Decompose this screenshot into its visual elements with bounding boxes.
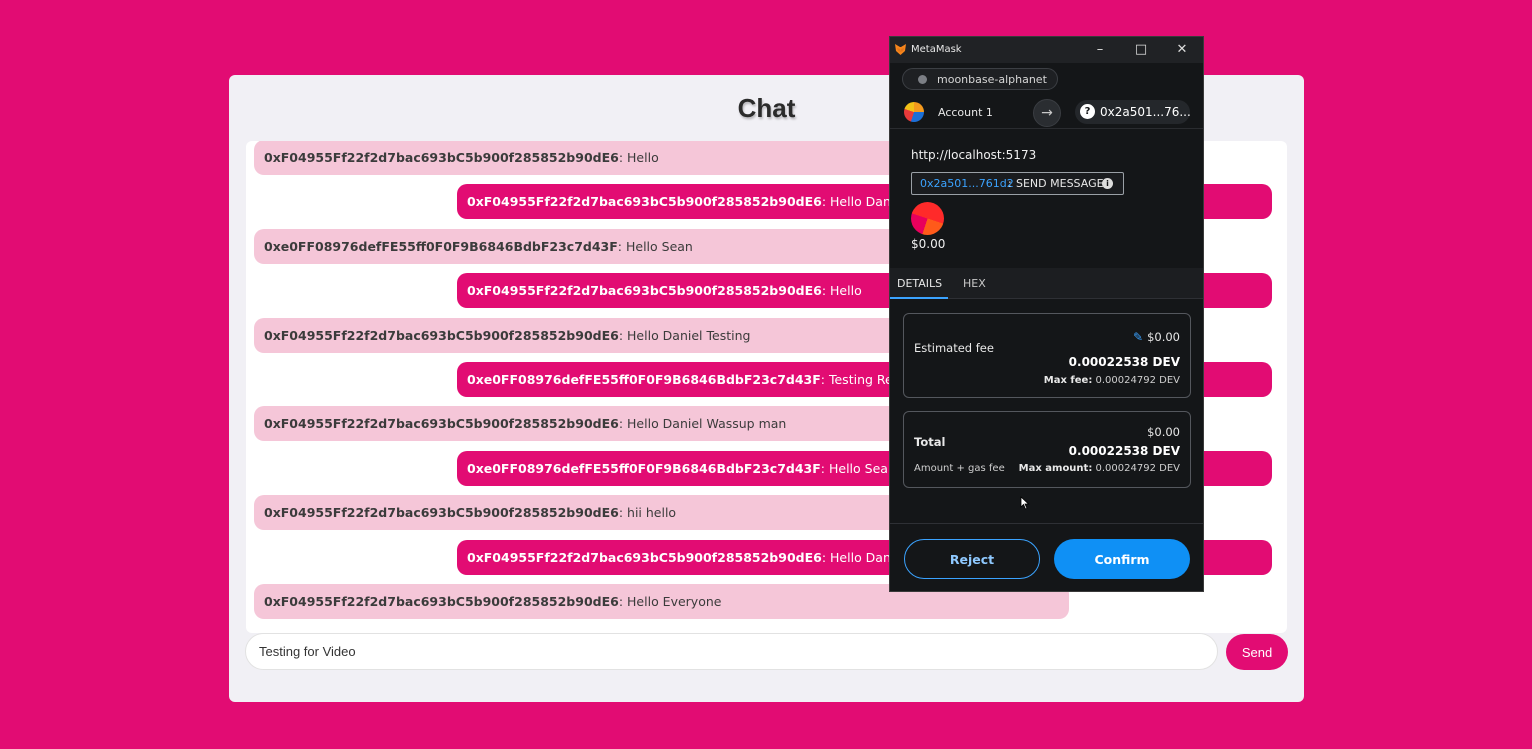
account-avatar (904, 102, 924, 122)
total-label: Total (914, 435, 946, 449)
tab-details[interactable]: DETAILS (897, 277, 942, 290)
estimated-fee-label: Estimated fee (914, 341, 994, 355)
question-icon: ? (1080, 104, 1095, 119)
tab-hex[interactable]: HEX (963, 277, 986, 290)
metamask-footer: Reject Confirm (890, 523, 1203, 591)
message-sender-address: 0xe0FF08976defFE55ff0F0F9B6846BdbF23c7d4… (264, 239, 618, 254)
confirm-button[interactable]: Confirm (1054, 539, 1190, 579)
reject-button[interactable]: Reject (904, 539, 1040, 579)
message-text: : Hello Sean (617, 239, 693, 254)
account-name: Account 1 (938, 106, 993, 119)
metamask-window-title: MetaMask (911, 44, 962, 55)
estimated-fee-usd-value: $0.00 (1147, 330, 1180, 344)
method-separator: : (1008, 177, 1012, 190)
message-sender-address: 0xF04955Ff22f2d7bac693bC5b900f285852b90d… (467, 283, 822, 298)
total-usd: $0.00 (1147, 425, 1180, 439)
message-sender-address: 0xF04955Ff22f2d7bac693bC5b900f285852b90d… (264, 594, 619, 609)
message-sender-address: 0xF04955Ff22f2d7bac693bC5b900f285852b90d… (264, 416, 619, 431)
recipient-address-text: 0x2a501...76... (1100, 105, 1191, 119)
message-sender-address: 0xe0FF08976defFE55ff0F0F9B6846BdbF23c7d4… (467, 461, 821, 476)
message-text: : Hello Everyone (618, 594, 722, 609)
metamask-titlebar: MetaMask – □ ✕ (890, 37, 1203, 63)
max-amount-value: 0.00024792 DEV (1095, 463, 1180, 474)
total-dev: 0.00022538 DEV (1068, 444, 1180, 458)
network-icon (918, 75, 927, 84)
method-box: 0x2a501...761d2 : SEND MESSAGE i (911, 172, 1124, 195)
message-text: : Hello Sean (820, 461, 896, 476)
metamask-fox-icon (895, 44, 906, 55)
estimated-fee-usd: ✎ $0.00 (1133, 330, 1180, 344)
estimated-fee-box: Estimated fee ✎ $0.00 0.00022538 DEV Max … (903, 313, 1191, 398)
close-icon[interactable]: ✕ (1172, 40, 1192, 60)
method-name: SEND MESSAGE (1016, 177, 1104, 190)
estimated-fee-dev: 0.00022538 DEV (1068, 355, 1180, 369)
max-amount-label: Max amount: (1018, 463, 1093, 474)
message-sender-address: 0xF04955Ff22f2d7bac693bC5b900f285852b90d… (264, 328, 619, 343)
contract-address-link[interactable]: 0x2a501...761d2 (920, 177, 1014, 190)
arrow-right-icon: → (1033, 99, 1061, 127)
minimize-icon[interactable]: – (1090, 40, 1110, 60)
message-text: : Hello (821, 283, 862, 298)
metamask-popup: MetaMask – □ ✕ moonbase-alphanet Account… (889, 36, 1204, 592)
max-amount: Max amount: 0.00024792 DEV (1019, 463, 1180, 474)
token-icon (911, 202, 944, 235)
max-fee-value: 0.00024792 DEV (1095, 375, 1180, 386)
message-text: : hii hello (618, 505, 677, 520)
recipient-address[interactable]: ? 0x2a501...76... (1075, 100, 1191, 124)
active-tab-indicator (890, 297, 948, 299)
mouse-cursor-icon (1020, 496, 1030, 510)
message-sender-address: 0xF04955Ff22f2d7bac693bC5b900f285852b90d… (467, 194, 822, 209)
message-sender-address: 0xF04955Ff22f2d7bac693bC5b900f285852b90d… (264, 505, 619, 520)
network-name: moonbase-alphanet (937, 73, 1047, 86)
info-icon[interactable]: i (1102, 178, 1113, 189)
message-sender-address: 0xe0FF08976defFE55ff0F0F9B6846BdbF23c7d4… (467, 372, 821, 387)
message-sender-address: 0xF04955Ff22f2d7bac693bC5b900f285852b90d… (264, 150, 619, 165)
total-box: Total $0.00 0.00022538 DEV Amount + gas … (903, 411, 1191, 488)
max-fee: Max fee: 0.00024792 DEV (1044, 375, 1180, 386)
transaction-amount: $0.00 (911, 237, 946, 251)
max-fee-label: Max fee: (1043, 375, 1093, 386)
account-row: Account 1 → ? 0x2a501...76... (890, 95, 1203, 129)
send-button[interactable]: Send (1226, 634, 1288, 670)
message-text: : Hello Daniel Wassup man (618, 416, 787, 431)
message-text: : Hello Daniel Testing (618, 328, 751, 343)
request-origin: http://localhost:5173 (911, 148, 1037, 162)
details-tabs: DETAILS HEX (890, 268, 1203, 299)
message-text: : Hello (618, 150, 659, 165)
network-selector[interactable]: moonbase-alphanet (902, 68, 1058, 90)
maximize-icon[interactable]: □ (1131, 40, 1151, 60)
message-input[interactable] (245, 633, 1218, 670)
edit-pencil-icon[interactable]: ✎ (1133, 330, 1143, 344)
message-sender-address: 0xF04955Ff22f2d7bac693bC5b900f285852b90d… (467, 550, 822, 565)
total-sub-label: Amount + gas fee (914, 463, 1005, 474)
